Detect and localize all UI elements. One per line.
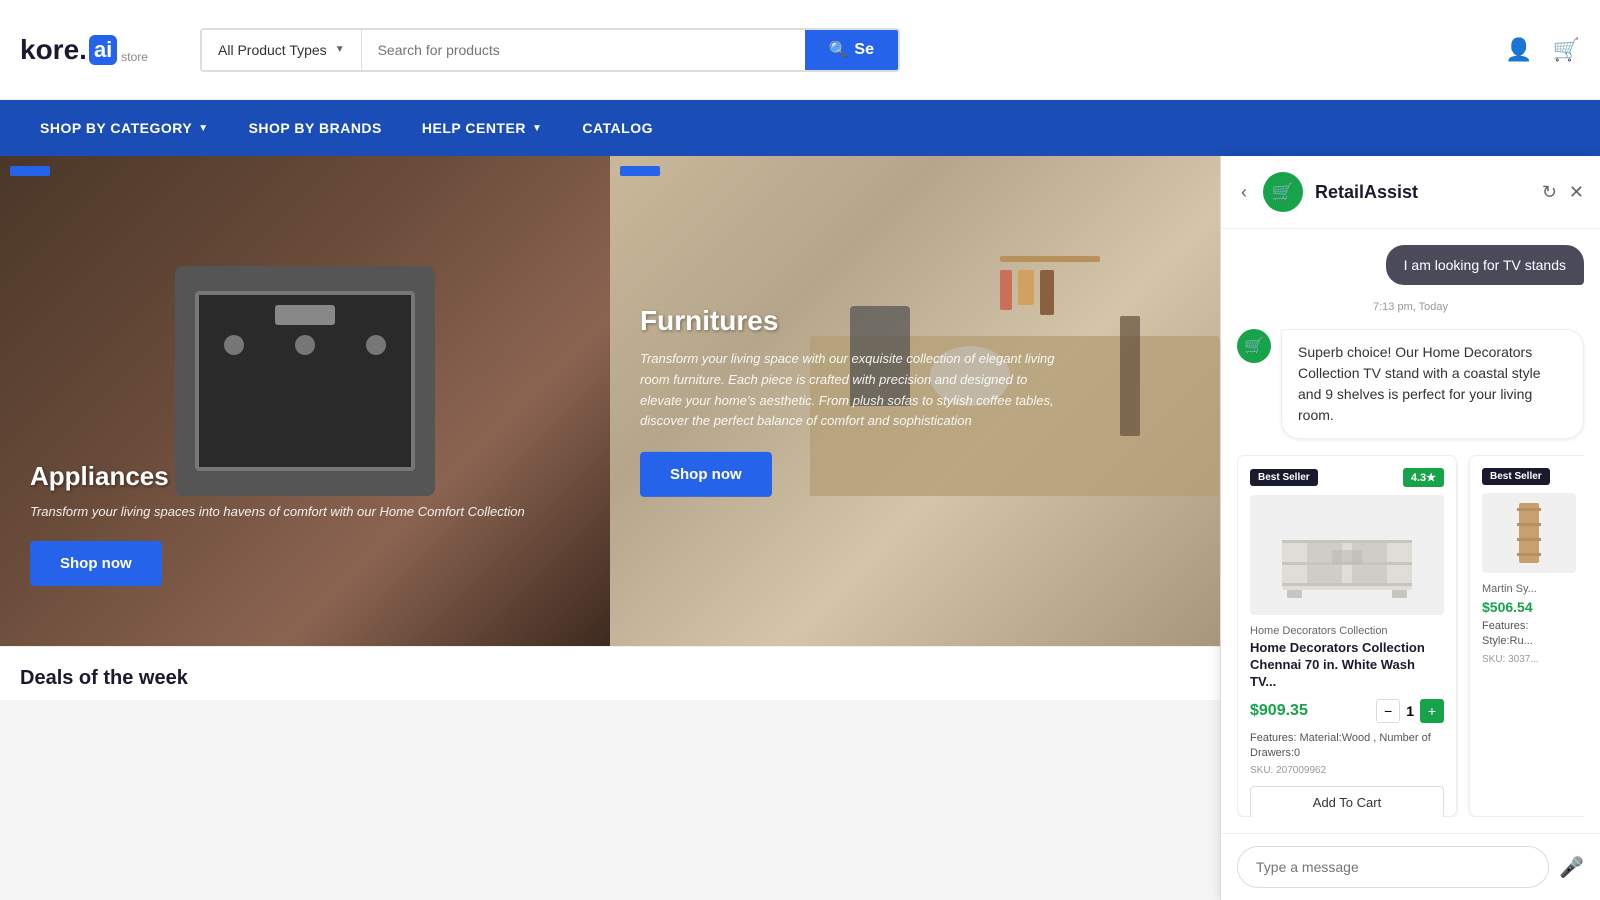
cart-icon[interactable]: 🛒: [1553, 37, 1580, 63]
furniture-banner-content: Furnitures Transform your living space w…: [640, 305, 1060, 497]
product-card-2: Best Seller Martin Sy... $506.54 Fea: [1469, 455, 1584, 817]
nav-label-help-center: HELP CENTER: [422, 120, 526, 136]
product-price-1: $909.35: [1250, 702, 1308, 720]
main-nav: SHOP BY CATEGORY ▼ SHOP BY BRANDS HELP C…: [0, 100, 1600, 156]
qty-decrease-button-1[interactable]: −: [1376, 699, 1400, 723]
furniture-banner-title: Furnitures: [640, 305, 1060, 337]
chat-title: RetailAssist: [1315, 182, 1530, 203]
chat-header: ‹ 🛒 RetailAssist ↻ ✕: [1221, 156, 1600, 229]
dropdown-arrow-icon: ▼: [335, 44, 345, 55]
product-brand-2: Martin Sy...: [1482, 583, 1576, 595]
product-sku-2: SKU: 3037...: [1482, 654, 1576, 665]
oven-knobs: [199, 335, 411, 355]
search-button[interactable]: 🔍 Se: [805, 30, 899, 70]
chat-close-button[interactable]: ✕: [1569, 182, 1584, 203]
chat-message-input[interactable]: [1237, 846, 1549, 888]
appliances-banner-desc: Transform your living spaces into havens…: [30, 502, 580, 522]
oven-window: [195, 291, 415, 471]
best-seller-badge-1: Best Seller: [1250, 469, 1318, 486]
furniture-banner-desc: Transform your living space with our exq…: [640, 349, 1060, 432]
furniture-banner-tag: [620, 166, 660, 176]
nav-item-shop-by-brands[interactable]: SHOP BY BRANDS: [229, 100, 402, 156]
logo[interactable]: kore. ai store: [20, 34, 170, 66]
product-image-1: [1250, 495, 1444, 615]
product-card-1: Best Seller 4.3★: [1237, 455, 1457, 817]
product-cards-row: Best Seller 4.3★: [1237, 455, 1584, 817]
search-icon: 🔍: [829, 40, 849, 60]
product-card-1-header: Best Seller 4.3★: [1250, 468, 1444, 487]
product-card-2-header: Best Seller: [1482, 468, 1576, 485]
bot-message-row: 🛒 Superb choice! Our Home Decorators Col…: [1237, 329, 1584, 439]
appliances-banner-content: Appliances Transform your living spaces …: [30, 461, 580, 587]
chat-header-actions: ↻ ✕: [1542, 182, 1584, 203]
logo-text: kore.: [20, 34, 87, 66]
bot-message-text: Superb choice! Our Home Decorators Colle…: [1281, 329, 1584, 439]
furniture-shop-now-button[interactable]: Shop now: [640, 452, 772, 497]
oven-display: [275, 305, 335, 325]
product-brand-1: Home Decorators Collection: [1250, 625, 1444, 637]
qty-control-1: − 1 +: [1376, 699, 1444, 723]
products-area: Appliances Transform your living spaces …: [0, 156, 1220, 900]
furniture-banner: Furnitures Transform your living space w…: [610, 156, 1220, 646]
wine-bottle: [1120, 316, 1140, 436]
oven-knob: [366, 335, 386, 355]
nav-label-shop-by-brands: SHOP BY BRANDS: [249, 120, 382, 136]
voice-input-button[interactable]: 🎤: [1559, 855, 1584, 880]
product-type-dropdown[interactable]: All Product Types ▼: [202, 30, 362, 70]
nav-arrow-help-center-icon: ▼: [532, 123, 542, 134]
qty-increase-button-1[interactable]: +: [1420, 699, 1444, 723]
product-features-2: Features: Style:Ru...: [1482, 619, 1576, 650]
logo-store-label: store: [121, 50, 148, 64]
product-price-row-1: $909.35 − 1 +: [1250, 699, 1444, 723]
add-to-cart-button-1[interactable]: Add To Cart: [1250, 786, 1444, 817]
nav-label-catalog: CATALOG: [582, 120, 653, 136]
oven-knob: [224, 335, 244, 355]
header-icons: 👤 🛒: [1505, 37, 1580, 63]
site-header: kore. ai store All Product Types ▼ 🔍 Se …: [0, 0, 1600, 100]
appliances-banner-tag: [10, 166, 50, 176]
search-button-label: Se: [854, 41, 874, 59]
oven-knob: [295, 335, 315, 355]
chat-back-button[interactable]: ‹: [1237, 178, 1251, 207]
product-image-2: [1482, 493, 1576, 573]
product-price-2: $506.54: [1482, 599, 1576, 615]
nav-arrow-shop-by-category-icon: ▼: [198, 123, 208, 134]
product-features-1: Features: Material:Wood , Number of Draw…: [1250, 731, 1444, 762]
tv-stand-2-svg: [1499, 498, 1559, 568]
appliances-shop-now-button[interactable]: Shop now: [30, 541, 162, 586]
search-bar: All Product Types ▼ 🔍 Se: [200, 28, 900, 72]
nav-item-help-center[interactable]: HELP CENTER ▼: [402, 100, 562, 156]
appliances-banner: Appliances Transform your living spaces …: [0, 156, 610, 646]
search-input[interactable]: [362, 30, 805, 70]
chat-input-area: 🎤: [1221, 833, 1600, 900]
nav-label-shop-by-category: SHOP BY CATEGORY: [40, 120, 192, 136]
user-icon[interactable]: 👤: [1505, 37, 1532, 63]
message-timestamp: 7:13 pm, Today: [1237, 301, 1584, 313]
best-seller-badge-2: Best Seller: [1482, 468, 1550, 485]
chat-bot-avatar: 🛒: [1263, 172, 1303, 212]
deals-bar: Deals of the week: [0, 646, 1220, 700]
deals-title: Deals of the week: [20, 667, 188, 689]
user-message: I am looking for TV stands: [1386, 245, 1584, 285]
chat-messages: I am looking for TV stands 7:13 pm, Toda…: [1221, 229, 1600, 833]
rating-badge-1: 4.3★: [1403, 468, 1444, 487]
product-sku-1: SKU: 207009962: [1250, 765, 1444, 776]
nav-item-shop-by-category[interactable]: SHOP BY CATEGORY ▼: [20, 100, 229, 156]
tv-stand-svg: [1277, 510, 1417, 600]
hero-banners: Appliances Transform your living spaces …: [0, 156, 1220, 646]
product-type-label: All Product Types: [218, 42, 327, 58]
logo-ai-badge: ai: [89, 35, 117, 65]
qty-value-1: 1: [1406, 703, 1414, 719]
main-content: Appliances Transform your living spaces …: [0, 156, 1600, 900]
appliances-banner-title: Appliances: [30, 461, 580, 492]
chat-widget: ‹ 🛒 RetailAssist ↻ ✕ I am looking for TV…: [1220, 156, 1600, 900]
nav-item-catalog[interactable]: CATALOG: [562, 100, 673, 156]
chat-refresh-button[interactable]: ↻: [1542, 182, 1557, 203]
product-name-1: Home Decorators Collection Chennai 70 in…: [1250, 640, 1444, 691]
bot-avatar: 🛒: [1237, 329, 1271, 363]
